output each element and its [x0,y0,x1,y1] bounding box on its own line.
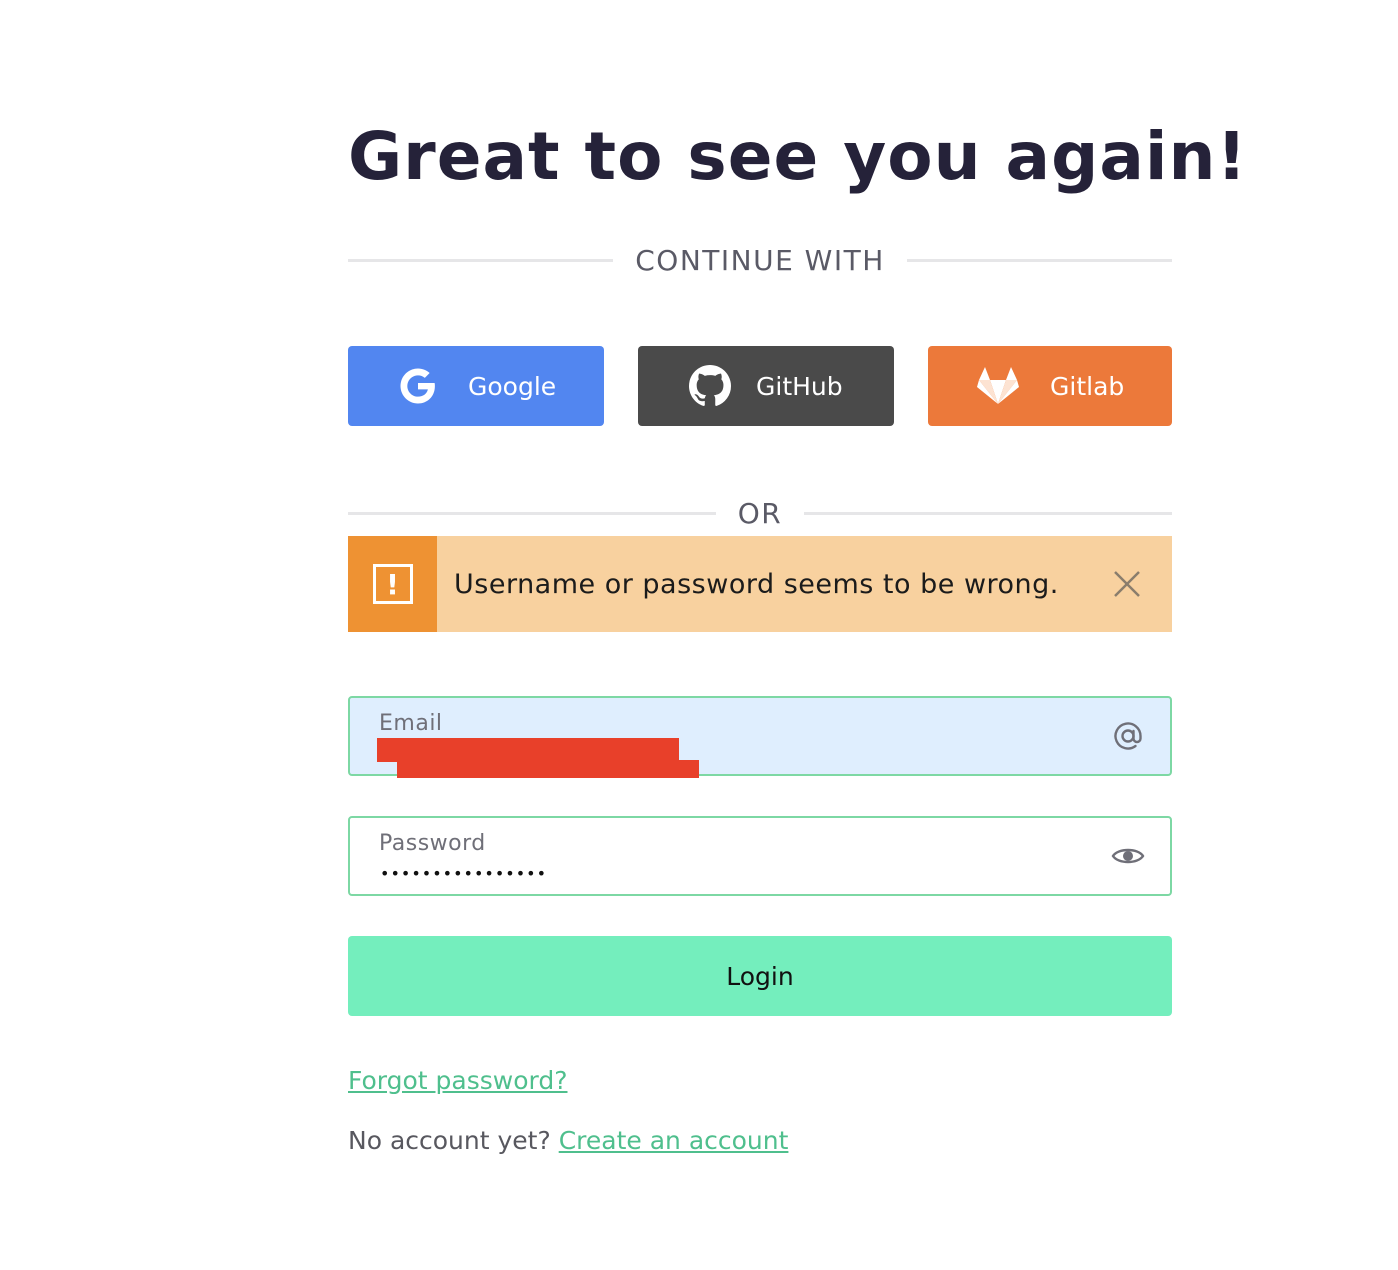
divider-line-left [348,511,716,515]
redaction-block [377,738,679,762]
password-field[interactable]: Password •••••••••••••••• [348,816,1172,896]
social-login-row: Google GitHub Gitlab [348,346,1172,426]
gitlab-button-label: Gitlab [1050,371,1125,401]
divider-line-left [348,258,614,262]
gitlab-login-button[interactable]: Gitlab [928,346,1172,426]
forgot-password-link[interactable]: Forgot password? [348,1066,568,1095]
github-button-label: GitHub [756,371,843,401]
continue-with-divider: CONTINUE WITH [348,240,1172,280]
alert-message: Username or password seems to be wrong. [454,568,1059,600]
google-button-label: Google [468,371,557,401]
github-icon [688,364,732,408]
github-login-button[interactable]: GitHub [638,346,894,426]
close-icon [1114,571,1140,597]
no-account-text: No account yet? [348,1126,551,1155]
warning-icon: ! [372,564,413,604]
google-icon [396,364,440,408]
signup-prompt: No account yet? Create an account [348,1126,788,1155]
google-login-button[interactable]: Google [348,346,604,426]
password-label: Password [379,831,486,856]
continue-with-label: CONTINUE WITH [635,243,885,277]
page-title: Great to see you again! [348,118,1248,195]
gitlab-icon [976,364,1020,408]
email-field[interactable]: Email [348,696,1172,778]
login-button[interactable]: Login [348,936,1172,1016]
error-alert: ! Username or password seems to be wrong… [348,536,1172,632]
divider-line-right [906,258,1172,262]
or-label: OR [737,496,783,530]
divider-line-right [804,511,1172,515]
or-divider: OR [348,493,1172,533]
at-sign-icon [1110,718,1146,754]
password-input[interactable]: •••••••••••••••• [380,864,547,883]
alert-close-button[interactable] [1082,536,1172,632]
email-label: Email [379,711,443,736]
redaction-block [397,760,699,778]
create-account-link[interactable]: Create an account [559,1126,789,1155]
alert-icon-box: ! [348,536,437,632]
eye-icon[interactable] [1110,838,1146,874]
